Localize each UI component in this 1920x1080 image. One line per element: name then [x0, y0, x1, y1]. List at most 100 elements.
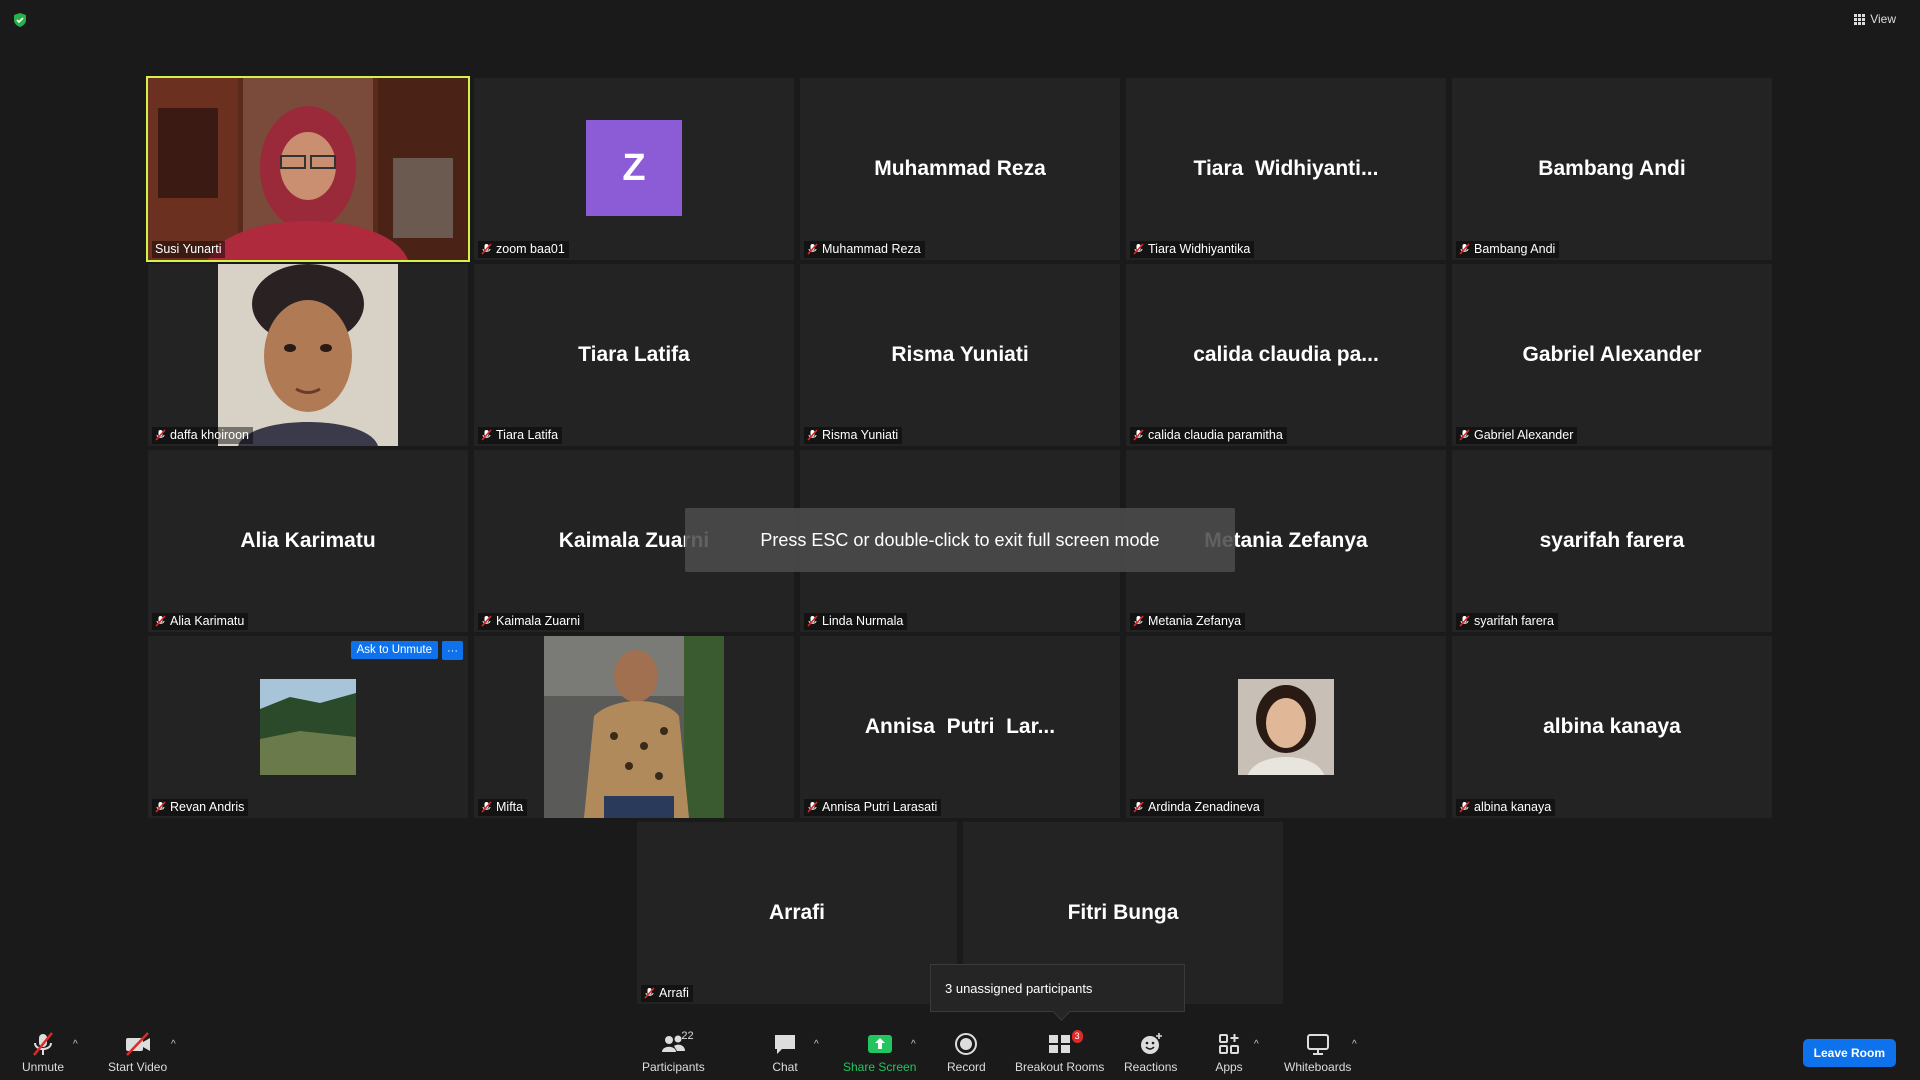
participants-button[interactable]: 22 Participants	[642, 1030, 705, 1074]
view-button[interactable]: View	[1854, 12, 1896, 26]
participant-label: Tiara Widhiyantika	[1130, 241, 1255, 258]
chat-options-caret[interactable]: ^	[814, 1039, 819, 1050]
video-tile-tiara-w[interactable]: Tiara Widhiyanti... Tiara Widhiyantika	[1126, 78, 1446, 260]
grid-view-icon	[1854, 13, 1866, 25]
more-options-button[interactable]: ···	[442, 641, 463, 660]
video-tile-tiara-l[interactable]: Tiara Latifa Tiara Latifa	[474, 264, 794, 446]
chat-button[interactable]: Chat	[771, 1030, 799, 1074]
share-screen-icon	[867, 1035, 892, 1053]
muted-mic-icon	[155, 429, 166, 441]
avatar	[260, 679, 356, 775]
whiteboards-options-caret[interactable]: ^	[1352, 1039, 1357, 1050]
share-screen-button[interactable]: Share Screen	[843, 1030, 916, 1074]
chat-icon	[775, 1035, 795, 1054]
video-tile-risma[interactable]: Risma Yuniati Risma Yuniati	[800, 264, 1120, 446]
muted-mic-icon	[1133, 429, 1144, 441]
muted-mic-icon	[644, 987, 655, 999]
participant-label: Annisa Putri Larasati	[804, 799, 942, 816]
meeting-toolbar: Unmute ^ Start Video ^ 22 Participants C…	[0, 1018, 1920, 1080]
participant-label: Mifta	[478, 799, 528, 816]
muted-mic-icon	[807, 615, 818, 627]
leave-room-button[interactable]: Leave Room	[1802, 1039, 1896, 1067]
participant-name: Tiara Latifa	[578, 343, 690, 366]
muted-mic-icon	[155, 615, 166, 627]
participant-label: albina kanaya	[1456, 799, 1556, 816]
participant-label: Ardinda Zenadineva	[1130, 799, 1264, 816]
ask-to-unmute-button[interactable]: Ask to Unmute	[350, 641, 438, 659]
apps-button[interactable]: Apps	[1215, 1030, 1243, 1074]
video-tile-susi[interactable]: Susi Yunarti	[146, 76, 470, 262]
apps-options-caret[interactable]: ^	[1254, 1039, 1259, 1050]
participant-label: calida claudia paramitha	[1130, 427, 1287, 444]
whiteboards-button[interactable]: Whiteboards	[1284, 1030, 1351, 1074]
muted-mic-icon	[155, 801, 166, 813]
muted-mic-icon	[481, 615, 492, 627]
video-tile-zoom[interactable]: Z zoom baa01	[474, 78, 794, 260]
video-tile-mifta[interactable]: Mifta	[474, 636, 794, 818]
share-options-caret[interactable]: ^	[911, 1039, 916, 1050]
unmute-button[interactable]: Unmute	[22, 1030, 64, 1074]
video-off-icon	[125, 1032, 150, 1056]
muted-mic-icon	[1133, 243, 1144, 255]
muted-mic-icon	[481, 801, 492, 813]
video-feed-susi	[148, 78, 468, 260]
muted-mic-icon	[807, 243, 818, 255]
participant-label: Metania Zefanya	[1130, 613, 1246, 630]
record-button[interactable]: Record	[947, 1030, 986, 1074]
muted-mic-icon	[1459, 243, 1470, 255]
video-tile-gabriel[interactable]: Gabriel Alexander Gabriel Alexander	[1452, 264, 1772, 446]
video-tile-ardinda[interactable]: Ardinda Zenadineva	[1126, 636, 1446, 818]
video-feed-daffa	[218, 264, 398, 446]
view-label: View	[1870, 12, 1896, 26]
breakout-rooms-button[interactable]: 3 Breakout Rooms	[1015, 1030, 1104, 1074]
audio-options-caret[interactable]: ^	[73, 1039, 78, 1050]
participant-label: Susi Yunarti	[152, 241, 226, 258]
participant-label: Linda Nurmala	[804, 613, 908, 630]
video-tile-revan[interactable]: Ask to Unmute ··· Revan Andris	[148, 636, 468, 818]
video-tile-calida[interactable]: calida claudia pa... calida claudia para…	[1126, 264, 1446, 446]
participant-name: syarifah farera	[1539, 529, 1685, 552]
video-tile-albina[interactable]: albina kanaya albina kanaya	[1452, 636, 1772, 818]
video-feed-mifta	[544, 636, 724, 818]
muted-mic-icon	[1459, 801, 1470, 813]
video-tile-syarifah[interactable]: syarifah farera syarifah farera	[1452, 450, 1772, 632]
security-shield-icon[interactable]	[12, 12, 28, 28]
participant-name: Arrafi	[768, 901, 826, 924]
participant-name: Muhammad Reza	[874, 157, 1046, 180]
video-tile-bambang[interactable]: Bambang Andi Bambang Andi	[1452, 78, 1772, 260]
reactions-icon	[1140, 1033, 1162, 1054]
muted-mic-icon	[481, 243, 492, 255]
video-tile-arrafi[interactable]: Arrafi Arrafi	[637, 822, 957, 1004]
muted-mic-icon	[33, 1032, 53, 1056]
participant-label: Gabriel Alexander	[1456, 427, 1578, 444]
muted-mic-icon	[1459, 429, 1470, 441]
participant-name: Annisa Putri Lar...	[864, 715, 1056, 738]
participant-label: Tiara Latifa	[478, 427, 563, 444]
unassigned-participants-tooltip: 3 unassigned participants	[930, 964, 1185, 1012]
whiteboard-icon	[1306, 1034, 1329, 1055]
participant-name: Bambang Andi	[1538, 157, 1686, 180]
apps-icon	[1219, 1034, 1239, 1054]
record-icon	[955, 1033, 978, 1055]
avatar: Z	[586, 120, 682, 216]
avatar	[1238, 679, 1334, 775]
video-tile-reza[interactable]: Muhammad Reza Muhammad Reza	[800, 78, 1120, 260]
muted-mic-icon	[807, 429, 818, 441]
participant-label: syarifah farera	[1456, 613, 1558, 630]
participant-label: daffa khoiroon	[152, 427, 253, 444]
start-video-button[interactable]: Start Video	[108, 1030, 167, 1074]
participant-label: Revan Andris	[152, 799, 249, 816]
muted-mic-icon	[807, 801, 818, 813]
participant-name: Alia Karimatu	[240, 529, 376, 552]
video-tile-annisa[interactable]: Annisa Putri Lar... Annisa Putri Larasat…	[800, 636, 1120, 818]
breakout-badge: 3	[1071, 1030, 1083, 1043]
video-tile-daffa[interactable]: daffa khoiroon	[148, 264, 468, 446]
muted-mic-icon	[481, 429, 492, 441]
reactions-button[interactable]: Reactions	[1124, 1030, 1177, 1074]
video-options-caret[interactable]: ^	[171, 1039, 176, 1050]
muted-mic-icon	[1133, 801, 1144, 813]
participants-count: 22	[681, 1030, 694, 1042]
video-tile-alia[interactable]: Alia Karimatu Alia Karimatu	[148, 450, 468, 632]
participant-label: Risma Yuniati	[804, 427, 903, 444]
participant-name: albina kanaya	[1543, 715, 1681, 738]
